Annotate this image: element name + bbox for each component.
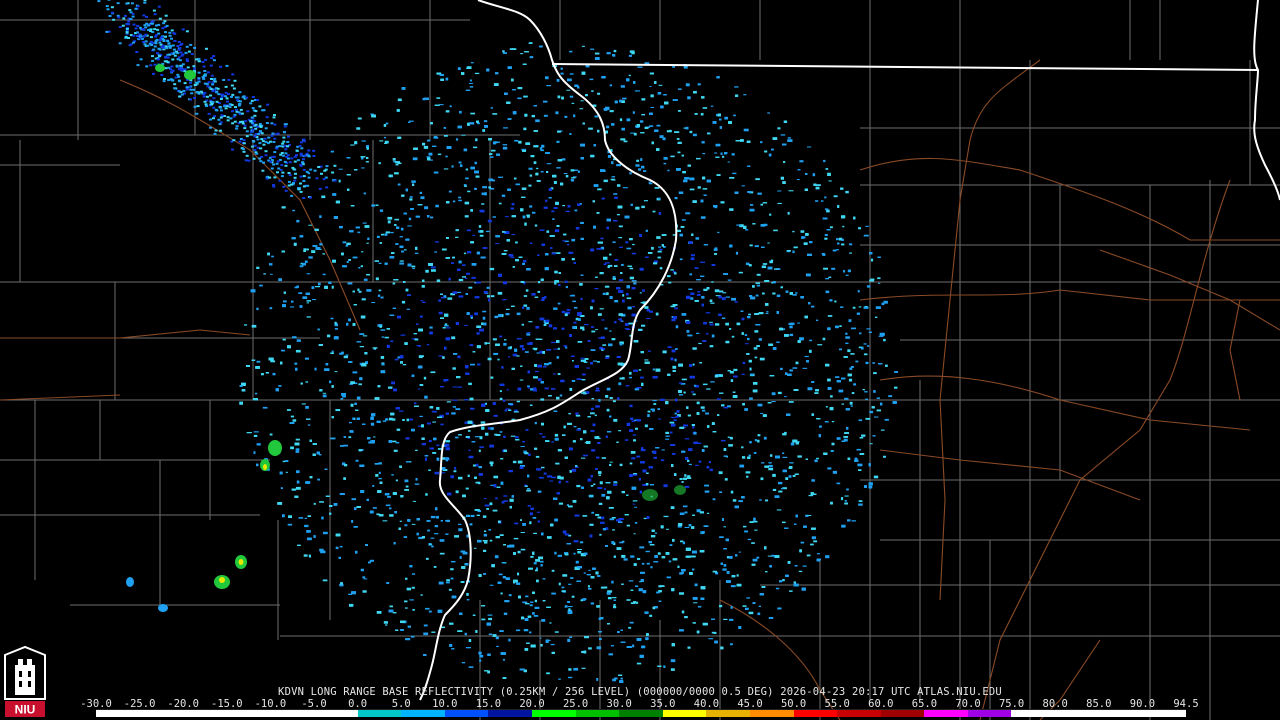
colorbar-segment <box>575 710 620 717</box>
colorbar-segment <box>662 710 707 717</box>
colorbar-segment <box>619 710 663 717</box>
colorbar-segment <box>531 710 576 717</box>
colorbar-segment <box>1098 710 1143 717</box>
colorbar-segment <box>96 710 140 717</box>
colorbar-segment <box>1142 710 1186 717</box>
colorbar-segment <box>313 710 358 717</box>
colorbar-segment <box>444 710 489 717</box>
colorbar-segment <box>488 710 532 717</box>
reflectivity-colorbar <box>96 709 1186 717</box>
colorbar-segment <box>749 710 794 717</box>
colorbar-segment <box>401 710 445 717</box>
colorbar-segment <box>270 710 314 717</box>
colorbar-segment <box>967 710 1012 717</box>
colorbar-segment <box>226 710 271 717</box>
colorbar-segment <box>706 710 750 717</box>
colorbar-segment <box>357 710 402 717</box>
colorbar-segment <box>183 710 227 717</box>
colorbar-segment <box>1011 710 1056 717</box>
colorbar-segment <box>924 710 968 717</box>
niu-logo-text: NIU <box>15 703 36 717</box>
radar-site-marker <box>562 358 572 369</box>
radar-map <box>0 0 1280 720</box>
niu-logo: NIU <box>4 645 46 717</box>
colorbar-segment <box>1055 710 1099 717</box>
colorbar-segment <box>880 710 925 717</box>
radar-product-caption: KDVN LONG RANGE BASE REFLECTIVITY (0.25K… <box>278 686 1002 698</box>
colorbar-segment <box>139 710 184 717</box>
colorbar-segment <box>837 710 881 717</box>
colorbar-segment <box>793 710 838 717</box>
